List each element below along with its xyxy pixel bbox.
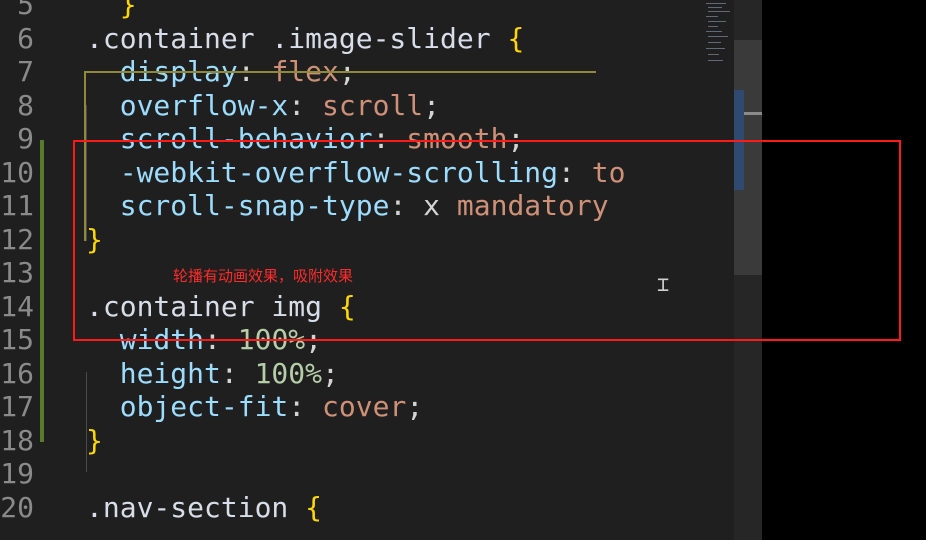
code-line[interactable]: 17 object-fit: cover; (0, 390, 760, 424)
code-token: ; (322, 356, 339, 390)
scrollbar-cursor-marker (744, 112, 762, 115)
code-line[interactable]: 6 .container .image-slider { (0, 22, 760, 56)
code-token: height (86, 356, 221, 390)
indent-guide (86, 372, 87, 472)
line-number: 9 (17, 122, 34, 155)
code-token: { (305, 490, 323, 524)
code-line[interactable]: 16 height: 100%; (0, 357, 760, 391)
line-number: 17 (0, 390, 34, 423)
code-token: : (288, 390, 323, 423)
line-code: } (86, 0, 137, 22)
line-number: 14 (0, 289, 34, 323)
code-line[interactable]: 5 } (0, 0, 760, 22)
line-number: 6 (17, 21, 34, 55)
line-number: 5 (17, 0, 34, 21)
line-code: .nav-section { (86, 491, 322, 525)
line-number: 15 (0, 323, 34, 356)
line-number: 11 (0, 189, 34, 222)
code-token: cover (322, 390, 407, 423)
code-token: } (86, 423, 103, 457)
line-number: 16 (0, 356, 34, 390)
line-number: 10 (0, 155, 34, 189)
line-code: height: 100%; (86, 357, 339, 391)
line-number: 7 (17, 55, 34, 88)
code-token: .nav-section (86, 490, 306, 524)
code-line[interactable]: 18} (0, 424, 760, 458)
line-code: } (86, 424, 103, 458)
code-token: ; (406, 390, 424, 423)
line-number: 12 (0, 222, 34, 256)
line-number: 20 (0, 490, 34, 524)
line-number: 19 (0, 457, 34, 490)
line-code: object-fit: cover; (86, 390, 423, 424)
code-line[interactable]: 19 (0, 457, 760, 491)
annotation-label: 轮播有动画效果，吸附效果 (173, 267, 354, 285)
code-token: object-fit (86, 390, 289, 423)
code-token: { (507, 21, 525, 55)
line-number: 8 (17, 88, 34, 122)
code-token: } (86, 0, 137, 21)
screen: 5 } 6 .container .image-slider {7 display:… (0, 0, 926, 540)
git-modified-indicator (40, 140, 44, 442)
code-line[interactable]: 20 .nav-section { (0, 491, 760, 525)
code-token: .container .image-slider (86, 21, 508, 55)
highlight-box (73, 140, 901, 341)
line-number: 13 (0, 256, 34, 289)
code-token: 100% (254, 356, 323, 390)
line-code: .container .image-slider { (86, 22, 524, 56)
line-number: 18 (0, 423, 34, 457)
code-token: : (220, 356, 255, 390)
minimap[interactable] (700, 0, 734, 70)
